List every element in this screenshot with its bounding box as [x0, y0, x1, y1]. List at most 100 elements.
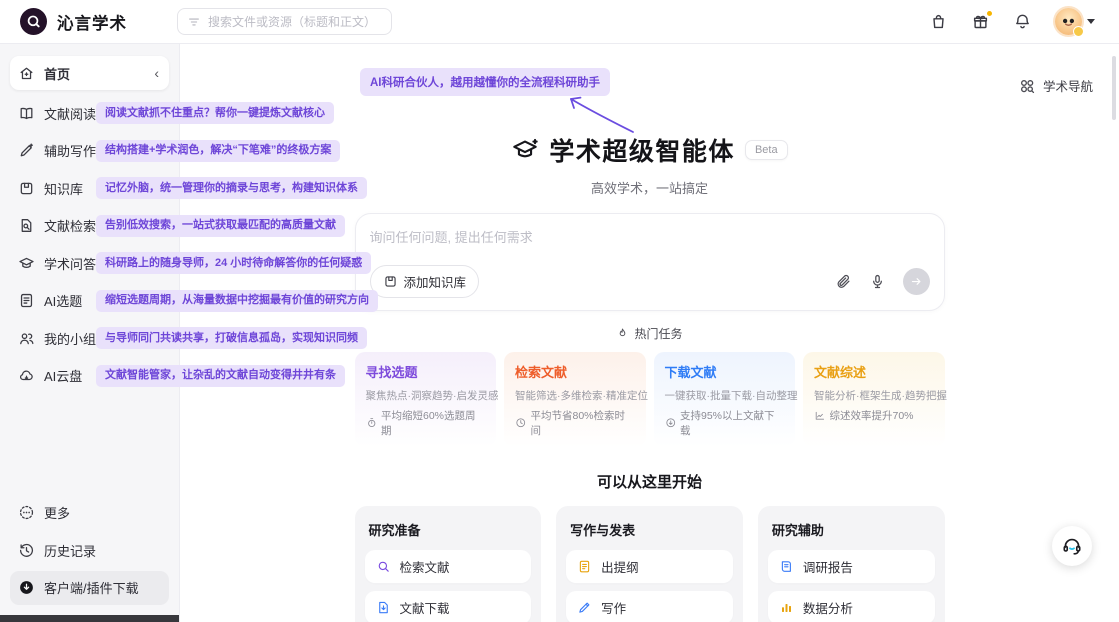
book-open-icon	[18, 105, 35, 122]
pen-icon	[577, 600, 592, 615]
promo-arrow-icon	[565, 94, 637, 136]
start-column: 研究辅助调研报告数据分析脑图梳理研究设计	[758, 506, 945, 622]
sidebar-item-ai-cloud[interactable]: AI云盘文献智能管家，让杂乱的文献自动变得井井有条	[10, 359, 169, 393]
scrollbar-thumb[interactable]	[1112, 56, 1116, 120]
search-icon	[376, 559, 391, 574]
circle-down-icon	[665, 417, 677, 429]
clock-icon	[515, 417, 527, 429]
stopwatch-icon	[366, 417, 378, 429]
sidebar-item-knowledge-base[interactable]: 知识库记忆外脑，统一管理你的摘录与思考，构建知识体系	[10, 171, 169, 205]
start-item-outline[interactable]: 出提纲	[566, 550, 733, 583]
kb-book-icon	[383, 274, 398, 289]
sidebar-item-writing-assist[interactable]: 辅助写作结构搭建+学术润色，解决“下笔难”的终极方案	[10, 134, 169, 168]
caret-down-icon[interactable]	[1087, 19, 1095, 24]
task-desc: 智能分析·框架生成·趋势把握	[814, 388, 934, 403]
start-columns: 研究准备检索文献文献下载文献阅读选题写作与发表出提纲写作润色文A翻译研究辅助调研…	[355, 506, 945, 622]
sidebar-tooltip-ai-topic: 缩短选题周期，从海量数据中挖掘最有价值的研究方向	[96, 290, 378, 312]
brand[interactable]: 沁言学术	[0, 8, 127, 35]
gift-icon[interactable]	[971, 12, 990, 31]
graduation-cap-icon	[511, 136, 539, 164]
task-title: 下载文献	[665, 362, 785, 381]
sidebar-tooltip-ai-cloud: 文献智能管家，让杂乱的文献自动变得井井有条	[96, 365, 345, 387]
start-item-writing[interactable]: 写作	[566, 591, 733, 622]
global-search[interactable]	[177, 8, 392, 35]
sidebar-item-client-download[interactable]: 客户端/插件下载	[10, 571, 169, 605]
task-title: 检索文献	[515, 362, 635, 381]
sidebar-item-literature-search[interactable]: 文献检索告别低效搜索，一站式获取最匹配的高质量文献	[10, 209, 169, 243]
sidebar-item-more[interactable]: 更多	[10, 496, 169, 530]
sidebar-item-reading[interactable]: 文献阅读阅读文献抓不住重点？帮你一键提炼文献核心	[10, 96, 169, 130]
sidebar-item-academic-qa[interactable]: 学术问答科研路上的随身导师，24 小时待命解答你的任何疑惑	[10, 246, 169, 280]
grid-search-icon	[1018, 77, 1036, 95]
column-title: 研究准备	[369, 520, 532, 539]
filter-lines-icon	[187, 15, 201, 29]
hot-task-card-4[interactable]: 文献综述智能分析·框架生成·趋势把握综述效率提升70%	[803, 352, 945, 447]
start-item-download-literature[interactable]: 文献下载	[365, 591, 532, 622]
task-title: 文献综述	[814, 362, 934, 381]
sidebar-tooltip-academic-qa: 科研路上的随身导师，24 小时待命解答你的任何疑惑	[96, 252, 371, 274]
doc-outline-icon	[577, 559, 592, 574]
pen-sparkle-icon	[18, 142, 35, 159]
more-circle-icon	[18, 504, 35, 521]
app-header: 沁言学术	[0, 0, 1119, 44]
hot-task-card-1[interactable]: 寻找选题聚焦热点·洞察趋势·启发灵感平均缩短60%选题周期	[355, 352, 497, 447]
column-title: 写作与发表	[570, 520, 733, 539]
sidebar-tooltip-my-groups: 与导师同门共读共享，打破信息孤岛，实现知识同频	[96, 327, 367, 349]
sidebar-tooltip-literature-search: 告别低效搜索，一站式获取最匹配的高质量文献	[96, 215, 345, 237]
bottom-strip	[0, 615, 179, 622]
academic-nav-link[interactable]: 学术导航	[1018, 76, 1093, 95]
start-item-survey-report[interactable]: 调研报告	[768, 550, 935, 583]
task-desc: 智能筛选·多维检索·精准定位	[515, 388, 635, 403]
start-item-search-literature[interactable]: 检索文献	[365, 550, 532, 583]
sidebar-item-ai-topic[interactable]: AI选题缩短选题周期，从海量数据中挖掘最有价值的研究方向	[10, 284, 169, 318]
avatar[interactable]	[1055, 8, 1082, 35]
home-icon	[18, 65, 35, 82]
grad-cap-icon	[18, 255, 35, 272]
start-column: 写作与发表出提纲写作润色文A翻译	[556, 506, 743, 622]
add-knowledge-base-button[interactable]: 添加知识库	[370, 265, 480, 298]
sidebar-item-my-groups[interactable]: 我的小组与导师同门共读共享，打破信息孤岛，实现知识同频	[10, 321, 169, 355]
task-title: 寻找选题	[366, 362, 486, 381]
sidebar-spacer	[10, 396, 169, 496]
page-title: 学术超级智能体	[549, 132, 735, 168]
mic-icon[interactable]	[869, 273, 886, 290]
start-item-data-analysis[interactable]: 数据分析	[768, 591, 935, 622]
column-title: 研究辅助	[772, 520, 935, 539]
bell-icon[interactable]	[1013, 12, 1032, 31]
sidebar-item-history[interactable]: 历史记录	[10, 533, 169, 567]
promo-badge: AI科研合伙人，越用越懂你的全流程科研助手	[360, 68, 610, 96]
task-stat: 平均节省80%检索时间	[515, 408, 635, 438]
sidebar-collapse-button[interactable]: ‹	[152, 66, 161, 80]
attachment-icon[interactable]	[835, 273, 852, 290]
task-stat: 支持95%以上文献下载	[665, 408, 785, 438]
bar-chart-icon	[779, 600, 794, 615]
sidebar-tooltip-writing-assist: 结构搭建+学术润色，解决“下笔难”的终极方案	[96, 140, 340, 162]
bag-icon[interactable]	[929, 12, 948, 31]
file-search-icon	[18, 217, 35, 234]
hot-task-card-2[interactable]: 检索文献智能筛选·多维检索·精准定位平均节省80%检索时间	[504, 352, 646, 447]
users-icon	[18, 330, 35, 347]
brand-name: 沁言学术	[57, 10, 127, 34]
task-desc: 一键获取·批量下载·自动整理	[665, 388, 785, 403]
trend-icon	[814, 410, 826, 422]
page-subtitle: 高效学术，一站搞定	[355, 178, 945, 197]
history-clock-icon	[18, 542, 35, 559]
hot-tasks-header: 热门任务	[355, 325, 945, 342]
user-menu[interactable]	[1055, 8, 1095, 35]
sidebar: 首页‹ 文献阅读阅读文献抓不住重点？帮你一键提炼文献核心辅助写作结构搭建+学术润色…	[0, 44, 180, 622]
report-icon	[779, 559, 794, 574]
app-logo-icon	[20, 8, 47, 35]
hot-tasks-row: 寻找选题聚焦热点·洞察趋势·启发灵感平均缩短60%选题周期检索文献智能筛选·多维…	[355, 352, 945, 447]
task-stat: 平均缩短60%选题周期	[366, 408, 486, 438]
academic-nav-label: 学术导航	[1043, 76, 1093, 95]
chat-input[interactable]	[370, 230, 930, 245]
doc-download-icon	[376, 600, 391, 615]
global-search-input[interactable]	[208, 15, 382, 29]
sidebar-item-home[interactable]: 首页‹	[10, 56, 169, 90]
task-stat: 综述效率提升70%	[814, 408, 934, 423]
support-headset-button[interactable]	[1052, 526, 1092, 566]
send-button[interactable]	[903, 268, 930, 295]
cloud-icon	[18, 367, 35, 384]
topic-doc-icon	[18, 292, 35, 309]
hot-task-card-3[interactable]: 下载文献一键获取·批量下载·自动整理支持95%以上文献下载	[654, 352, 796, 447]
